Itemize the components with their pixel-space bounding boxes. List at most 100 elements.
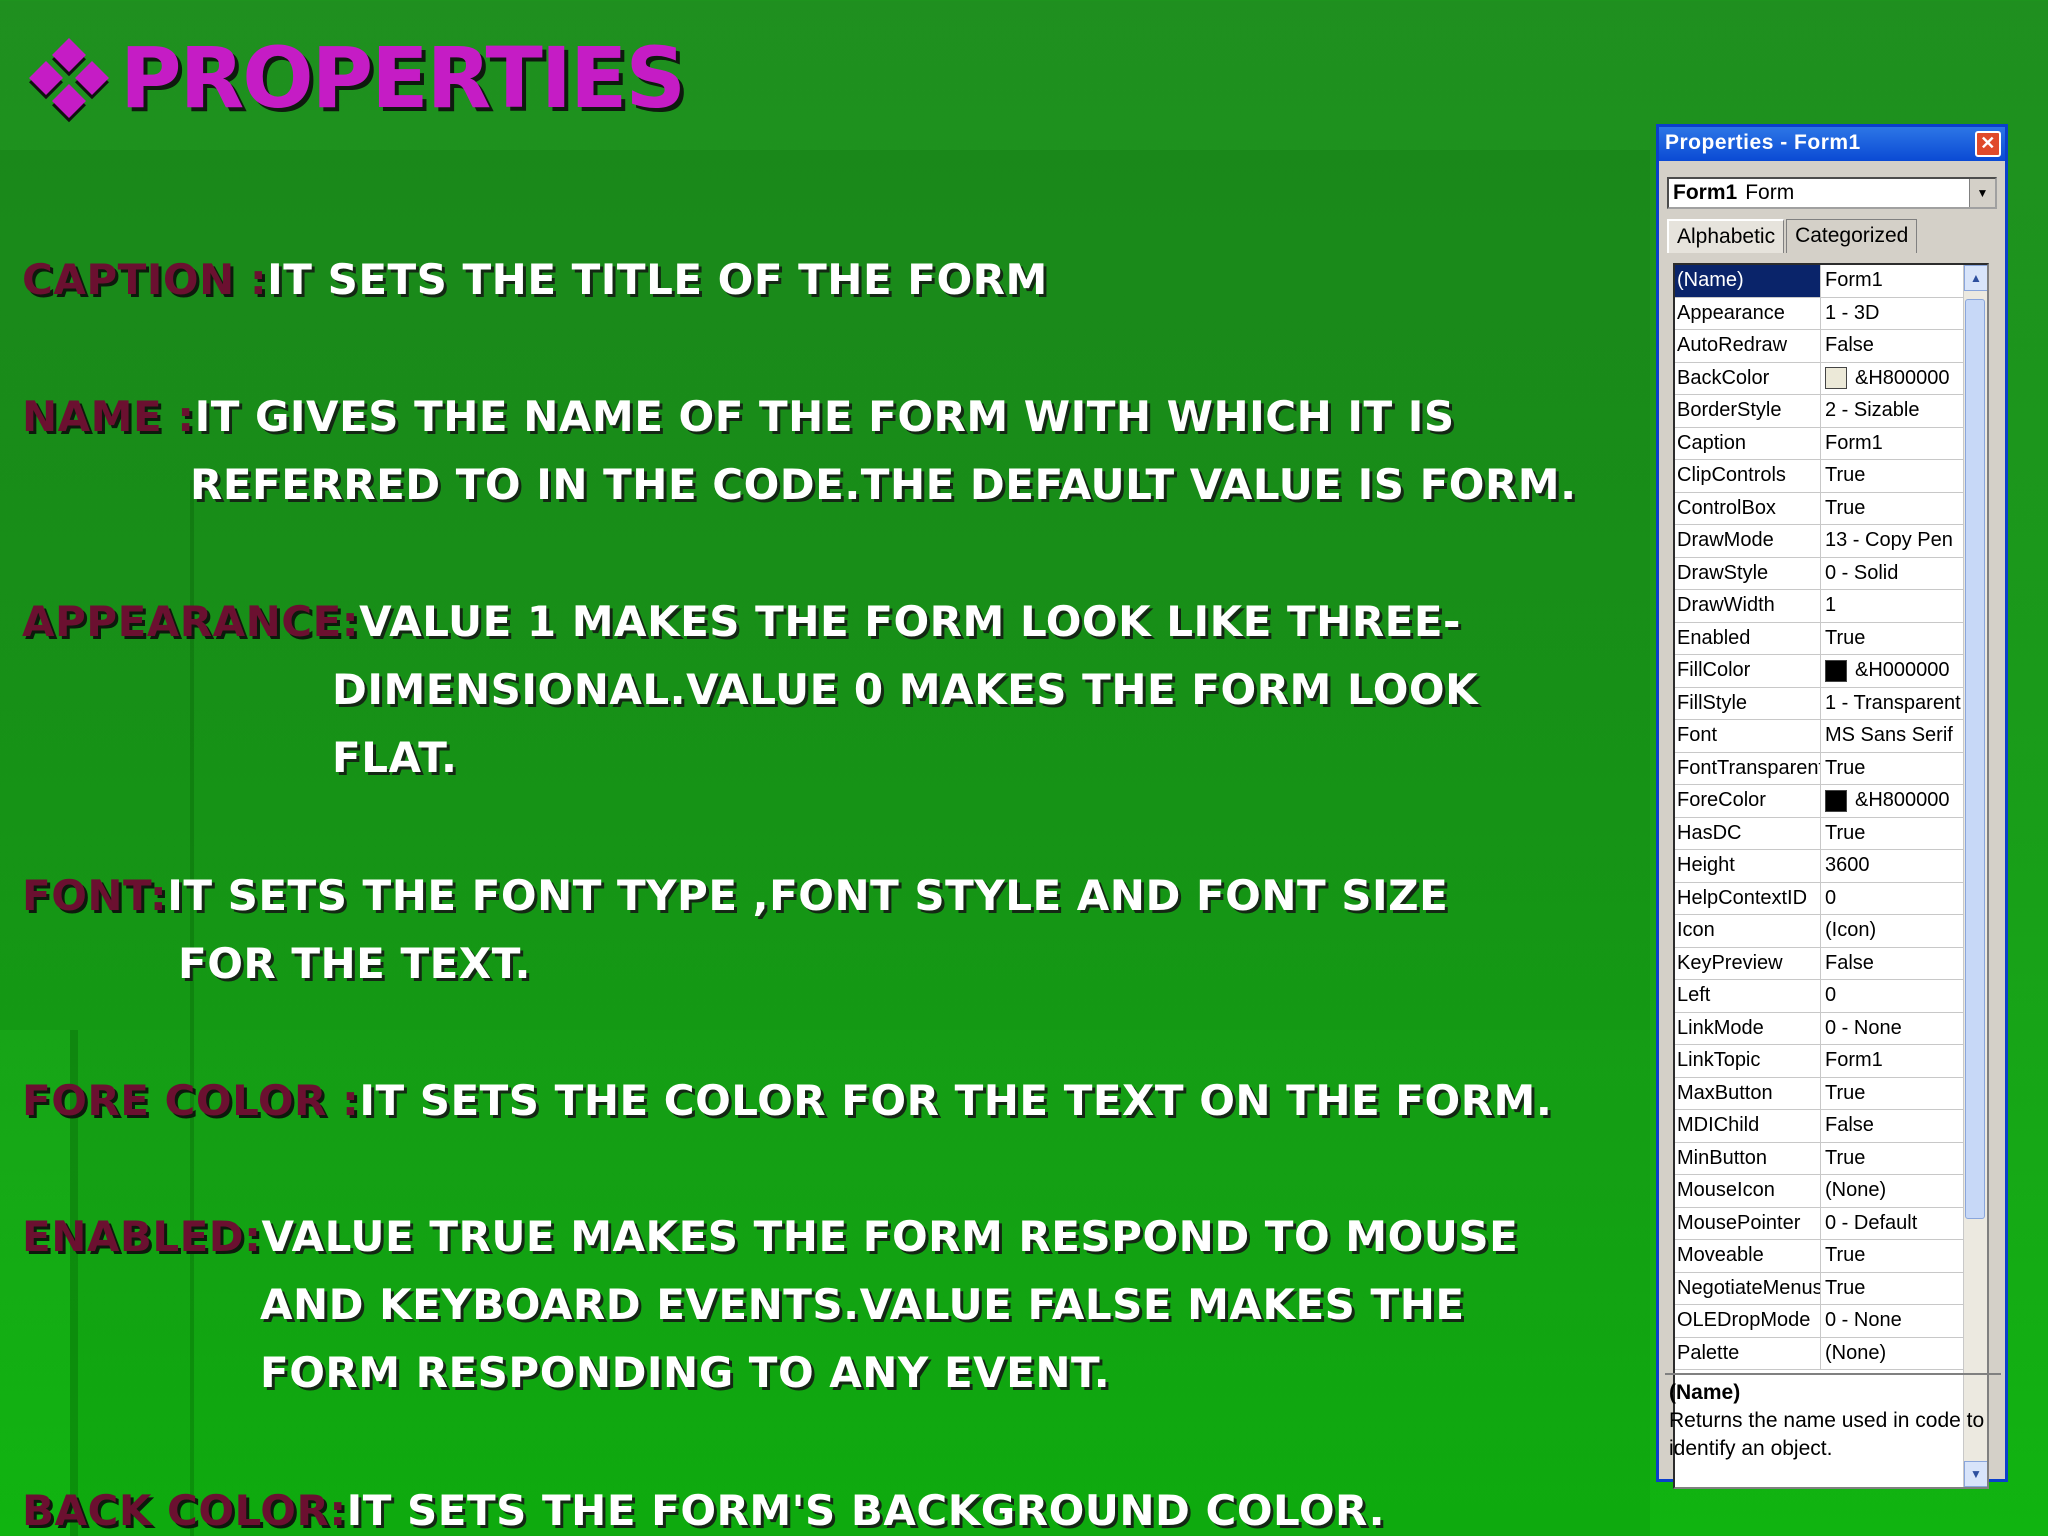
property-value-cell[interactable]: True <box>1821 1143 1965 1175</box>
property-row[interactable]: (Name) Form1 <box>1675 265 1965 298</box>
property-value-cell[interactable]: 3600 <box>1821 850 1965 882</box>
property-value: True <box>1825 1081 1866 1104</box>
property-value-cell[interactable]: True <box>1821 1240 1965 1272</box>
property-row[interactable]: KeyPreview False <box>1675 947 1965 980</box>
scrollbar-thumb[interactable] <box>1965 299 1985 1219</box>
property-value-cell[interactable]: 2 - Sizable <box>1821 395 1965 427</box>
property-row[interactable]: BackColor &H800000 <box>1675 362 1965 395</box>
property-row[interactable]: DrawMode 13 - Copy Pen <box>1675 525 1965 558</box>
property-row[interactable]: LinkTopic Form1 <box>1675 1045 1965 1078</box>
property-value-cell[interactable]: 0 - Solid <box>1821 558 1965 590</box>
property-value-cell[interactable]: True <box>1821 753 1965 785</box>
object-selector[interactable]: Form1 Form ▼ <box>1667 177 1997 209</box>
property-value-cell[interactable]: &H800000 <box>1821 363 1965 395</box>
property-row[interactable]: HasDC True <box>1675 817 1965 850</box>
property-value-cell[interactable]: 13 - Copy Pen <box>1821 525 1965 557</box>
property-value-cell[interactable]: Form1 <box>1821 265 1965 297</box>
property-term: BACK COLOR: <box>22 1486 347 1535</box>
property-name: MDIChild <box>1675 1110 1821 1142</box>
property-value-cell[interactable]: True <box>1821 460 1965 492</box>
property-value: False <box>1825 1114 1874 1137</box>
property-row[interactable]: Moveable True <box>1675 1240 1965 1273</box>
property-description-line: VALUE TRUE MAKES THE FORM RESPOND TO MOU… <box>261 1212 1519 1261</box>
property-row[interactable]: BorderStyle 2 - Sizable <box>1675 395 1965 428</box>
property-row[interactable]: Height 3600 <box>1675 850 1965 883</box>
tab-categorized[interactable]: Categorized <box>1786 219 1918 253</box>
property-row[interactable]: HelpContextID 0 <box>1675 882 1965 915</box>
property-value-cell[interactable]: 1 - 3D <box>1821 298 1965 330</box>
property-value-cell[interactable]: False <box>1821 330 1965 362</box>
property-row[interactable]: Font MS Sans Serif <box>1675 720 1965 753</box>
property-value-cell[interactable]: (None) <box>1821 1175 1965 1207</box>
property-value: True <box>1825 496 1866 519</box>
property-name: ForeColor <box>1675 785 1821 817</box>
property-row[interactable]: NegotiateMenus True <box>1675 1272 1965 1305</box>
property-value-cell[interactable]: 0 - None <box>1821 1305 1965 1337</box>
property-row[interactable]: MaxButton True <box>1675 1077 1965 1110</box>
property-row[interactable]: ForeColor &H800000 <box>1675 785 1965 818</box>
property-item: ENABLED:VALUE TRUE MAKES THE FORM RESPON… <box>22 1203 1518 1407</box>
property-value-cell[interactable]: 0 - Default <box>1821 1208 1965 1240</box>
properties-window-titlebar[interactable]: Properties - Form1 ✕ <box>1659 127 2005 161</box>
property-name: FontTransparent <box>1675 752 1821 784</box>
property-name: HasDC <box>1675 817 1821 849</box>
property-row[interactable]: AutoRedraw False <box>1675 330 1965 363</box>
property-row[interactable]: Palette (None) <box>1675 1337 1965 1370</box>
property-row[interactable]: Left 0 <box>1675 980 1965 1013</box>
property-row[interactable]: ClipControls True <box>1675 460 1965 493</box>
property-value-cell[interactable]: False <box>1821 1110 1965 1142</box>
property-row[interactable]: FillStyle 1 - Transparent <box>1675 687 1965 720</box>
property-value-cell[interactable]: &H800000 <box>1821 785 1965 817</box>
chevron-down-icon[interactable]: ▼ <box>1969 179 1995 207</box>
property-value-cell[interactable]: Form1 <box>1821 1045 1965 1077</box>
property-grid: (Name) Form1 Appearance 1 - 3D AutoRedraw Fal… <box>1673 263 1989 1489</box>
property-value-cell[interactable]: (Icon) <box>1821 915 1965 947</box>
property-description-line: IT SETS THE TITLE OF THE FORM <box>267 255 1048 304</box>
property-value-cell[interactable]: True <box>1821 1273 1965 1305</box>
property-value-cell[interactable]: 1 - Transparent <box>1821 688 1965 720</box>
property-value: (None) <box>1825 1179 1887 1202</box>
property-row[interactable]: Caption Form1 <box>1675 427 1965 460</box>
property-row[interactable]: MouseIcon (None) <box>1675 1175 1965 1208</box>
property-value-cell[interactable]: True <box>1821 1078 1965 1110</box>
property-value-cell[interactable]: 0 <box>1821 980 1965 1012</box>
vertical-scrollbar[interactable]: ▲ ▼ <box>1963 265 1987 1487</box>
property-value: 0 - None <box>1825 1016 1902 1039</box>
property-value-cell[interactable]: 1 <box>1821 590 1965 622</box>
property-value-cell[interactable]: True <box>1821 493 1965 525</box>
property-row[interactable]: MinButton True <box>1675 1142 1965 1175</box>
property-row[interactable]: FontTransparent True <box>1675 752 1965 785</box>
property-row[interactable]: MDIChild False <box>1675 1110 1965 1143</box>
property-value-cell[interactable]: 0 <box>1821 883 1965 915</box>
property-row[interactable]: OLEDropMode 0 - None <box>1675 1305 1965 1338</box>
property-row[interactable]: DrawWidth 1 <box>1675 590 1965 623</box>
property-description-line: IT SETS THE FORM'S BACKGROUND COLOR. <box>346 1486 1386 1535</box>
close-icon[interactable]: ✕ <box>1975 131 2001 157</box>
property-value: 13 - Copy Pen <box>1825 529 1953 552</box>
property-value-cell[interactable]: True <box>1821 623 1965 655</box>
property-value-cell[interactable]: True <box>1821 818 1965 850</box>
property-value-cell[interactable]: &H000000 <box>1821 655 1965 687</box>
property-term: ENABLED: <box>22 1212 262 1261</box>
property-value-cell[interactable]: False <box>1821 948 1965 980</box>
property-row[interactable]: ControlBox True <box>1675 492 1965 525</box>
description-heading: (Name) <box>1669 1381 1741 1404</box>
property-row[interactable]: Enabled True <box>1675 622 1965 655</box>
property-term: CAPTION : <box>22 255 268 304</box>
property-row[interactable]: DrawStyle 0 - Solid <box>1675 557 1965 590</box>
color-swatch <box>1825 367 1847 390</box>
property-value-cell[interactable]: (None) <box>1821 1338 1965 1370</box>
property-row[interactable]: Appearance 1 - 3D <box>1675 297 1965 330</box>
scroll-up-icon[interactable]: ▲ <box>1964 265 1987 291</box>
property-value-cell[interactable]: 0 - None <box>1821 1013 1965 1045</box>
property-row[interactable]: LinkMode 0 - None <box>1675 1012 1965 1045</box>
object-type: Form <box>1745 181 1795 204</box>
property-name: Height <box>1675 850 1821 882</box>
property-row[interactable]: FillColor &H000000 <box>1675 655 1965 688</box>
property-row[interactable]: MousePointer 0 - Default <box>1675 1207 1965 1240</box>
property-name: OLEDropMode <box>1675 1305 1821 1337</box>
property-row[interactable]: Icon (Icon) <box>1675 915 1965 948</box>
property-value-cell[interactable]: Form1 <box>1821 428 1965 460</box>
tab-alphabetic[interactable]: Alphabetic <box>1667 219 1785 253</box>
property-value-cell[interactable]: MS Sans Serif <box>1821 720 1965 752</box>
